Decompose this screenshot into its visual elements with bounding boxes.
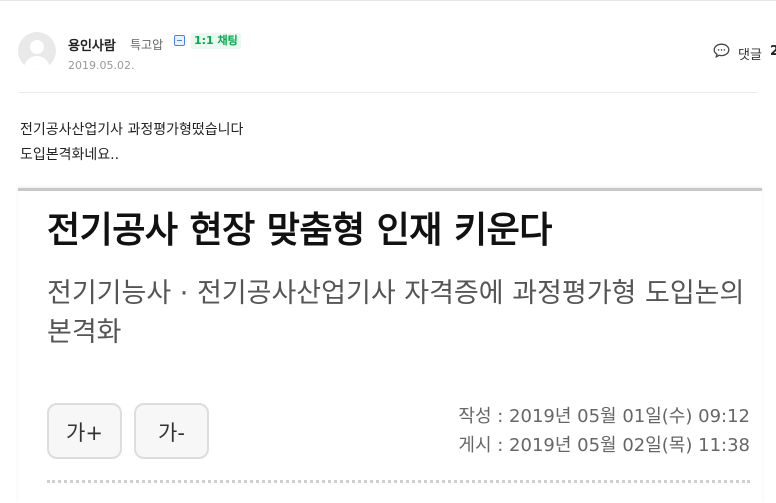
article-meta: 작성 : 2019년 05월 01일(수) 09:12 게시 : 2019년 0… [458, 402, 750, 460]
comment-count: 2 [770, 44, 776, 59]
article-headline: 전기공사 현장 맞춤형 인재 키운다 [47, 210, 552, 251]
avatar-body-shape [24, 56, 50, 70]
article-posted-time: 게시 : 2019년 05월 02일(목) 11:38 [458, 435, 750, 456]
author-grade: 특고압 [130, 38, 164, 52]
avatar-head-shape [30, 40, 44, 54]
avatar[interactable] [18, 32, 56, 70]
comment-label: 댓글 [738, 48, 762, 63]
author-info: 용인사람 특고압 1:1 채팅 2019.05.02. [18, 32, 776, 76]
top-border [0, 0, 776, 1]
chat-button[interactable]: 1:1 채팅 [191, 33, 241, 49]
speech-bubble-icon [713, 43, 730, 58]
post-body: 전기공사산업기사 과정평가형떴습니다 도입본격화네요.. [20, 118, 243, 168]
article-image[interactable]: 전기공사 현장 맞춤형 인재 키운다 전기기능사 · 전기공사산업기사 자격증에… [18, 188, 762, 503]
post-date: 2019.05.02. [68, 59, 135, 72]
article-written-time: 작성 : 2019년 05월 01일(수) 09:12 [458, 406, 750, 427]
post-line: 전기공사산업기사 과정평가형떴습니다 [20, 122, 244, 138]
post-line: 도입본격화네요.. [20, 147, 120, 163]
author-name[interactable]: 용인사람 [68, 35, 116, 54]
font-decrease-button[interactable]: 가- [134, 403, 209, 459]
font-increase-button[interactable]: 가+ [47, 403, 122, 459]
article-subhead: 전기기능사 · 전기공사산업기사 자격증에 과정평가형 도입논의 본격화 [47, 278, 745, 348]
grade-badge-icon [174, 35, 185, 46]
dotted-divider [47, 480, 750, 483]
header-divider [18, 92, 758, 93]
